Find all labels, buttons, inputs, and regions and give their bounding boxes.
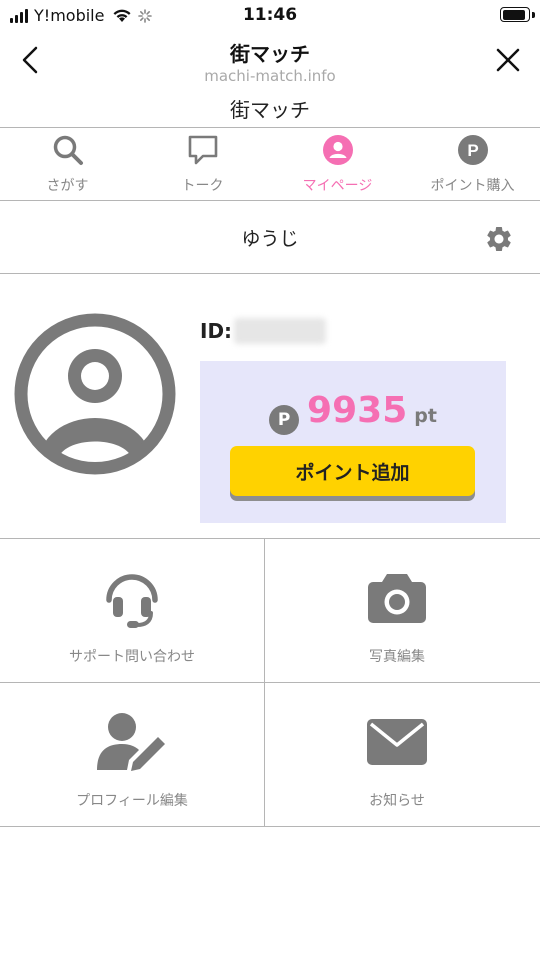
- status-bar: Y!mobile 11:46: [0, 0, 540, 30]
- avatar[interactable]: [13, 312, 177, 476]
- close-icon: [496, 48, 520, 72]
- points-unit: pt: [414, 405, 437, 427]
- user-id-row: ID:: [200, 318, 327, 344]
- divider: [0, 200, 540, 201]
- menu-grid: サポート問い合わせ 写真編集 プロフィール編集 お知らせ: [0, 539, 540, 827]
- tab-mypage[interactable]: マイページ: [270, 128, 405, 200]
- menu-label: サポート問い合わせ: [69, 649, 195, 665]
- menu-label: 写真編集: [369, 649, 425, 665]
- point-icon: P: [457, 135, 488, 165]
- menu-label: プロフィール編集: [76, 793, 188, 809]
- photo-edit-button[interactable]: 写真編集: [265, 539, 529, 683]
- browser-title: 街マッチ: [230, 42, 310, 66]
- divider: [0, 682, 540, 683]
- battery-tip: [532, 12, 535, 18]
- user-id-redacted: [234, 318, 327, 344]
- points-panel: P 9935 pt ポイント追加: [200, 361, 506, 523]
- tab-talk[interactable]: トーク: [135, 128, 270, 200]
- camera-icon: [368, 574, 426, 623]
- browser-header: 街マッチ machi-match.info: [0, 30, 540, 90]
- points-balance: P 9935 pt: [200, 390, 506, 435]
- gear-icon[interactable]: [484, 224, 514, 254]
- tab-label: マイページ: [302, 178, 373, 194]
- tab-label: トーク: [181, 178, 224, 194]
- divider: [0, 826, 540, 827]
- close-button[interactable]: [490, 42, 526, 78]
- user-edit-icon: [97, 713, 165, 771]
- search-icon: [53, 135, 83, 165]
- site-title: 街マッチ: [230, 98, 310, 122]
- svg-text:P: P: [467, 141, 478, 160]
- add-points-button[interactable]: ポイント追加: [230, 446, 475, 496]
- chat-icon: [188, 135, 217, 165]
- headset-icon: [106, 574, 158, 628]
- battery-level: [502, 9, 525, 20]
- username: ゆうじ: [241, 228, 299, 250]
- notices-button[interactable]: お知らせ: [265, 683, 529, 827]
- support-button[interactable]: サポート問い合わせ: [0, 539, 264, 683]
- tab-label: さがす: [46, 178, 89, 194]
- name-row: ゆうじ: [0, 202, 540, 273]
- tab-search[interactable]: さがす: [0, 128, 135, 200]
- id-label: ID:: [200, 319, 233, 343]
- status-time: 11:46: [242, 5, 298, 25]
- tab-bar: さがす トーク マイページ P ポイント購入: [0, 128, 540, 200]
- menu-label: お知らせ: [369, 793, 425, 809]
- user-icon: [322, 135, 353, 165]
- point-icon: P: [269, 405, 300, 435]
- profile-edit-button[interactable]: プロフィール編集: [0, 683, 264, 827]
- profile-section: ID: P 9935 pt ポイント追加: [0, 274, 540, 538]
- browser-url: machi-match.info: [204, 67, 336, 85]
- tab-buy-points[interactable]: P ポイント購入: [405, 128, 540, 200]
- tab-label: ポイント購入: [430, 178, 515, 194]
- envelope-icon: [367, 719, 427, 765]
- points-value: 9935: [307, 390, 408, 431]
- grid-divider: [264, 539, 265, 827]
- battery-icon: [500, 7, 530, 22]
